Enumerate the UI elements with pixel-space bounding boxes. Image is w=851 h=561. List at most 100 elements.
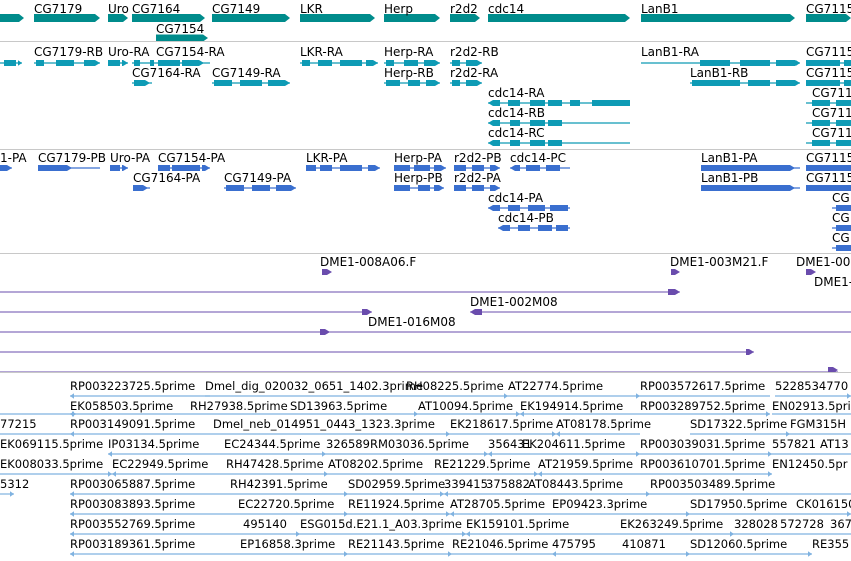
est-label[interactable]: AT21959.5prime (538, 458, 633, 471)
protein-glyph-exon[interactable] (202, 165, 210, 171)
est-arrow[interactable] (686, 551, 690, 557)
est-label[interactable]: RE21143.5prime (348, 538, 444, 551)
transcript-label[interactable]: r2d2-RB (450, 46, 499, 59)
est-arrow[interactable] (344, 511, 348, 517)
transcript-label[interactable]: CG7149-RA (212, 67, 281, 80)
est-label[interactable]: EK218617.5prime (450, 418, 553, 431)
protein-glyph-exon[interactable] (133, 185, 148, 191)
transcript-label[interactable]: CG7115 (806, 67, 851, 80)
est-label[interactable]: SD17950.5prime (690, 498, 787, 511)
protein-glyph-exon[interactable] (306, 165, 316, 171)
transcript-glyph-exon[interactable] (108, 60, 120, 66)
est-label[interactable]: RP003189361.5prime (70, 538, 195, 551)
protein-glyph-exon[interactable] (276, 185, 296, 191)
transcript-label[interactable]: cdc14-RB (488, 107, 545, 120)
est-label[interactable]: 375882 (486, 478, 530, 491)
protein-glyph-exon[interactable] (701, 185, 795, 191)
protein-glyph-exon[interactable] (546, 165, 560, 171)
protein-label[interactable]: CG (832, 192, 850, 205)
protein-glyph-exon[interactable] (110, 165, 120, 171)
protein-glyph-exon[interactable] (836, 245, 851, 251)
est-label[interactable]: 557821 (772, 438, 816, 451)
est-label[interactable]: ESG015d.E21.1_A03.3prime (300, 518, 462, 531)
est-arrow[interactable] (556, 431, 560, 437)
est-label[interactable]: RP003289752.5prime (640, 400, 765, 413)
est-arrow[interactable] (786, 431, 790, 437)
est-arrow[interactable] (488, 451, 492, 457)
protein-label[interactable]: Herp-PA (394, 152, 442, 165)
est-label[interactable]: RP003039031.5prime (640, 438, 765, 451)
est-label[interactable]: RH42391.5prime (230, 478, 328, 491)
est-label[interactable]: RE11924.5prime (348, 498, 444, 511)
protein-glyph-exon[interactable] (472, 185, 484, 191)
est-arrow[interactable] (70, 491, 74, 497)
transcript-glyph-exon[interactable] (302, 60, 310, 66)
transcript-glyph-exon[interactable] (510, 140, 520, 146)
transcript-glyph-exon[interactable] (340, 60, 362, 66)
transcript-label[interactable]: LanB1-RB (690, 67, 748, 80)
est-label[interactable]: RP003223725.5prime (70, 380, 195, 393)
transcript-glyph-exon[interactable] (692, 80, 740, 86)
est-arrow[interactable] (730, 531, 734, 537)
est-label[interactable]: 367 (830, 518, 851, 531)
est-arrow[interactable] (466, 531, 470, 537)
gene-label[interactable]: CG7115 (806, 3, 851, 16)
est-label[interactable]: EP16858.3prime (240, 538, 335, 551)
est-label[interactable]: RP003149091.5prime (70, 418, 195, 431)
est-label[interactable]: 328028 (734, 518, 778, 531)
gene-label[interactable]: Uro (108, 3, 129, 16)
est-arrow[interactable] (70, 531, 74, 537)
est-label[interactable]: 5228534770 (775, 380, 848, 393)
transcript-glyph-exon[interactable] (530, 140, 545, 146)
est-label[interactable]: SD02959.5prime (348, 478, 445, 491)
est-arrow[interactable] (444, 491, 448, 497)
est-label[interactable]: RM03036.5prime (370, 438, 469, 451)
transcript-label[interactable]: Uro-RA (108, 46, 149, 59)
est-arrow[interactable] (646, 491, 650, 497)
transcript-glyph-exon[interactable] (268, 80, 290, 86)
est-arrow[interactable] (504, 393, 508, 399)
clone-end-glyph[interactable] (746, 349, 754, 355)
protein-glyph-exon[interactable] (226, 185, 244, 191)
protein-label[interactable]: LKR-PA (306, 152, 347, 165)
est-arrow[interactable] (324, 471, 328, 477)
est-label[interactable]: FGM315H (790, 418, 846, 431)
clone-label[interactable]: DME1- (814, 276, 851, 289)
est-arrow[interactable] (552, 551, 556, 557)
protein-glyph-exon[interactable] (556, 225, 568, 231)
protein-label[interactable]: CG7149-PA (224, 172, 291, 185)
protein-glyph-exon[interactable] (38, 165, 72, 171)
protein-label[interactable]: LanB1-PB (701, 172, 758, 185)
protein-label[interactable]: CG7115 (806, 172, 851, 185)
est-arrow[interactable] (296, 531, 300, 537)
est-arrow[interactable] (768, 471, 772, 477)
est-arrow[interactable] (108, 471, 112, 477)
est-label[interactable]: RP003552769.5prime (70, 518, 195, 531)
protein-glyph-exon[interactable] (454, 185, 466, 191)
est-label[interactable]: RE21046.5prime (452, 538, 548, 551)
transcript-glyph-exon[interactable] (84, 60, 100, 66)
transcript-glyph-exon[interactable] (452, 80, 460, 86)
est-arrow[interactable] (448, 551, 452, 557)
transcript-label[interactable]: CG711 (812, 87, 851, 100)
est-label[interactable]: EK194914.5prime (520, 400, 623, 413)
est-arrow[interactable] (534, 471, 538, 477)
protein-glyph-exon[interactable] (526, 165, 540, 171)
est-label[interactable]: AT08202.5prime (328, 458, 423, 471)
clone-end-glyph[interactable] (470, 309, 482, 315)
est-label[interactable]: AT08178.5prime (556, 418, 651, 431)
est-label[interactable]: EK069115.5prime (0, 438, 103, 451)
gene-label[interactable]: CG7164 (132, 3, 180, 16)
est-label[interactable]: SD13963.5prime (290, 400, 387, 413)
est-label[interactable]: RP003503489.5prime (650, 478, 775, 491)
transcript-glyph-exon[interactable] (426, 80, 440, 86)
transcript-glyph-exon[interactable] (240, 80, 262, 86)
protein-label[interactable]: cdc14-PC (510, 152, 566, 165)
est-label[interactable]: RP003083893.5prime (70, 498, 195, 511)
clone-end-glyph[interactable] (668, 289, 680, 295)
transcript-glyph-exon[interactable] (214, 80, 232, 86)
transcript-label[interactable]: Herp-RB (384, 67, 434, 80)
est-arrow[interactable] (70, 511, 74, 517)
transcript-glyph-exon[interactable] (548, 120, 562, 126)
protein-glyph-exon[interactable] (368, 165, 380, 171)
